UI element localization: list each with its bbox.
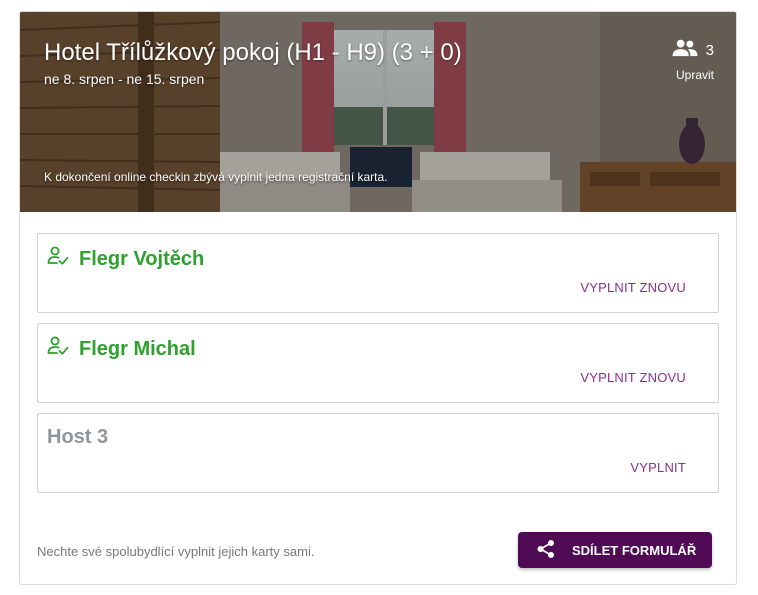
edit-guests-link[interactable]: Upravit <box>654 68 714 82</box>
share-icon <box>536 539 556 562</box>
guest-card: Flegr Vojtěch VYPLNIT ZNOVU <box>37 233 719 313</box>
booking-card: Hotel Třílůžkový pokoj (H1 - H9) (3 + 0)… <box>19 11 737 585</box>
room-photo-header: Hotel Třílůžkový pokoj (H1 - H9) (3 + 0)… <box>20 12 736 212</box>
share-form-button[interactable]: SDÍLET FORMULÁŘ <box>518 532 712 568</box>
person-check-icon <box>47 246 69 272</box>
guest-name: Flegr Michal <box>79 337 196 360</box>
share-hint: Nechte své spolubydlící vyplnit jejich k… <box>37 544 315 559</box>
guest-card: Flegr Michal VYPLNIT ZNOVU <box>37 323 719 403</box>
person-check-icon <box>47 336 69 362</box>
guest-name-row: Flegr Vojtěch <box>47 246 204 272</box>
refill-button[interactable]: VYPLNIT ZNOVU <box>580 280 686 295</box>
guest-card: Host 3 VYPLNIT <box>37 413 719 493</box>
checkin-status-note: K dokončení online checkin zbývá vyplnit… <box>44 170 388 184</box>
guest-count-widget: 3 Upravit <box>654 39 714 82</box>
room-title: Hotel Třílůžkový pokoj (H1 - H9) (3 + 0) <box>44 39 462 66</box>
guest-name: Flegr Vojtěch <box>79 247 205 270</box>
people-icon <box>672 39 698 62</box>
guest-name-row: Host 3 <box>47 426 108 449</box>
refill-button[interactable]: VYPLNIT ZNOVU <box>580 370 686 385</box>
guest-count: 3 <box>705 42 714 59</box>
guest-name: Host 3 <box>47 426 109 448</box>
share-form-label: SDÍLET FORMULÁŘ <box>572 542 697 558</box>
fill-button[interactable]: VYPLNIT <box>630 460 686 475</box>
guest-name-row: Flegr Michal <box>47 336 196 362</box>
stay-dates: ne 8. srpen - ne 15. srpen <box>44 71 205 87</box>
